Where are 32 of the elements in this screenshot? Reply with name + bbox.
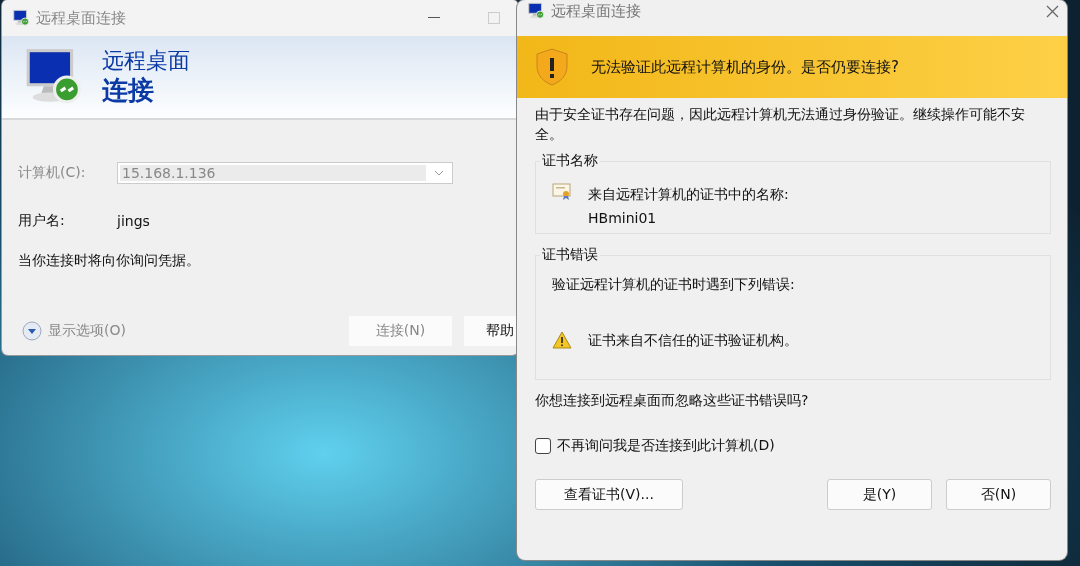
expand-icon [22, 321, 42, 341]
group-title: 证书名称 [541, 152, 599, 170]
checkbox-label[interactable]: 不再询问我是否连接到此计算机(D) [557, 437, 775, 455]
warning-text: 证书来自不信任的证书验证机构。 [588, 331, 798, 350]
view-certificate-button[interactable]: 查看证书(V)... [535, 479, 683, 510]
group-header: 验证远程计算机的证书时遇到下列错误: [552, 276, 796, 294]
warning-message: 无法验证此远程计算机的身份。是否仍要连接? [591, 57, 899, 77]
credentials-note: 当你连接时将向你询问凭据。 [18, 252, 201, 270]
shield-warning-icon [535, 48, 569, 86]
field-label: 计算机(C): [18, 164, 87, 182]
checkbox[interactable] [535, 438, 551, 454]
minimize-icon[interactable] [428, 17, 440, 19]
group-title: 证书错误 [541, 246, 599, 264]
chevron-down-icon [434, 170, 444, 176]
banner-subtitle: 连接 [102, 74, 155, 106]
combo-value: 15.168.1.136 [120, 165, 426, 181]
close-icon[interactable] [1046, 4, 1059, 18]
field-label: 用户名: [18, 212, 66, 230]
certificate-icon [552, 182, 572, 200]
window-title: 远程桌面连接 [36, 8, 127, 28]
certificate-text: HBmini01 [588, 209, 658, 228]
warning-icon [552, 331, 572, 349]
dialog-button[interactable]: 否(N) [946, 479, 1051, 510]
dialog-title: 远程桌面连接 [551, 1, 642, 21]
computer-icon [12, 9, 30, 27]
banner-title: 远程桌面 [102, 48, 190, 75]
username-value: jings [117, 213, 150, 229]
question-text: 你想连接到远程桌面而忽略这些证书错误吗? [535, 392, 810, 410]
certificate-text: 来自远程计算机的证书中的名称: [588, 185, 789, 204]
dialog-button[interactable]: 是(Y) [827, 479, 932, 510]
intro-text: 由于安全证书存在问题，因此远程计算机无法通过身份验证。继续操作可能不安全。 [535, 105, 1026, 144]
help-button[interactable]: 帮助 [464, 316, 518, 346]
